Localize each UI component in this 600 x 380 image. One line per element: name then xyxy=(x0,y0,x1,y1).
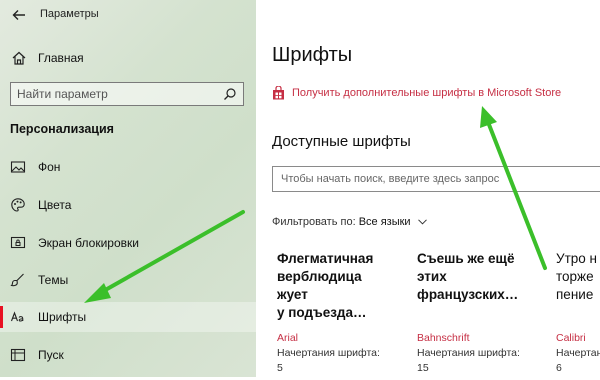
sidebar-item-background[interactable]: Фон xyxy=(0,152,256,182)
app-title: Параметры xyxy=(40,8,99,20)
home-icon xyxy=(12,51,26,65)
font-preview-text: Флегматичная верблюдица жует у подъезда… xyxy=(277,250,407,322)
preview-line: у подъезда… xyxy=(277,305,367,320)
font-styles-label: Начертания шрифта: xyxy=(417,347,520,359)
font-card-calibri[interactable]: Утро н торже пение Calibri Начертания шр… xyxy=(556,250,600,380)
font-card-arial[interactable]: Флегматичная верблюдица жует у подъезда…… xyxy=(277,250,407,374)
sidebar-item-label: Фон xyxy=(38,160,61,174)
font-styles-count: 15 xyxy=(417,362,429,374)
preview-line: французских… xyxy=(417,287,519,302)
font-preview-text: Съешь же ещё этих французских… xyxy=(417,250,547,304)
lock-screen-icon xyxy=(10,236,26,249)
settings-sidebar: Параметры Главная Найти параметр Персона… xyxy=(0,0,256,377)
chevron-down-icon[interactable] xyxy=(417,219,427,225)
preview-line: Утро н xyxy=(556,251,597,266)
font-styles-label: Начертания шрифта: xyxy=(277,347,380,359)
preview-line: Флегматичная xyxy=(277,251,374,266)
sidebar-item-themes[interactable]: Темы xyxy=(0,265,256,295)
font-name: Calibri xyxy=(556,332,586,344)
store-bag-icon xyxy=(273,86,284,100)
filter-label: Фильтровать по: xyxy=(272,216,356,228)
preview-line: жует xyxy=(277,287,308,302)
preview-line: торже xyxy=(556,269,594,284)
sidebar-item-lock-screen[interactable]: Экран блокировки xyxy=(0,228,256,258)
start-icon xyxy=(10,348,26,362)
store-link-text[interactable]: Получить дополнительные шрифты в Microso… xyxy=(292,87,561,99)
search-placeholder: Найти параметр xyxy=(17,87,108,101)
search-icon[interactable] xyxy=(223,87,237,101)
sidebar-item-home[interactable]: Главная xyxy=(0,45,256,71)
font-name: Arial xyxy=(277,332,299,344)
language-filter[interactable]: Фильтровать по: Все языки xyxy=(272,216,427,228)
preview-line: Съешь же ещё xyxy=(417,251,515,266)
font-search-placeholder: Чтобы начать поиск, введите здесь запрос xyxy=(281,173,500,185)
brush-icon xyxy=(10,273,24,287)
picture-icon xyxy=(10,161,26,173)
section-title: Персонализация xyxy=(10,122,114,136)
page-title: Шрифты xyxy=(272,44,353,66)
font-styles-count: 5 xyxy=(277,362,283,374)
font-search-input[interactable]: Чтобы начать поиск, введите здесь запрос xyxy=(272,166,600,192)
sidebar-item-label: Цвета xyxy=(38,198,72,212)
sidebar-item-label: Шрифты xyxy=(38,310,87,324)
filter-value[interactable]: Все языки xyxy=(359,216,411,228)
settings-search-input[interactable]: Найти параметр xyxy=(10,82,244,106)
sidebar-item-label: Темы xyxy=(38,273,69,287)
preview-line: пение xyxy=(556,287,594,302)
sidebar-item-label: Пуск xyxy=(38,348,64,362)
available-fonts-heading: Доступные шрифты xyxy=(272,133,411,150)
sidebar-item-start[interactable]: Пуск xyxy=(0,340,256,370)
sidebar-item-label: Главная xyxy=(38,51,84,65)
preview-line: верблюдица xyxy=(277,269,362,284)
font-card-bahnschrift[interactable]: Съешь же ещё этих французских… Bahnschri… xyxy=(417,250,547,374)
fonts-icon xyxy=(10,311,24,322)
sidebar-item-colors[interactable]: Цвета xyxy=(0,190,256,220)
font-styles-label: Начертания шрифта: xyxy=(556,347,600,359)
sidebar-item-fonts[interactable]: Шрифты xyxy=(0,302,256,332)
sidebar-item-label: Экран блокировки xyxy=(38,236,139,250)
title-bar: Параметры xyxy=(0,0,256,30)
active-indicator xyxy=(0,306,3,328)
fonts-page: Шрифты Получить дополнительные шрифты в … xyxy=(256,0,600,377)
back-arrow-icon[interactable] xyxy=(10,6,28,24)
preview-line: этих xyxy=(417,269,447,284)
font-preview-text: Утро н торже пение xyxy=(556,250,600,304)
font-styles-count: 6 xyxy=(556,362,562,374)
palette-icon xyxy=(11,198,25,212)
font-name: Bahnschrift xyxy=(417,332,470,344)
